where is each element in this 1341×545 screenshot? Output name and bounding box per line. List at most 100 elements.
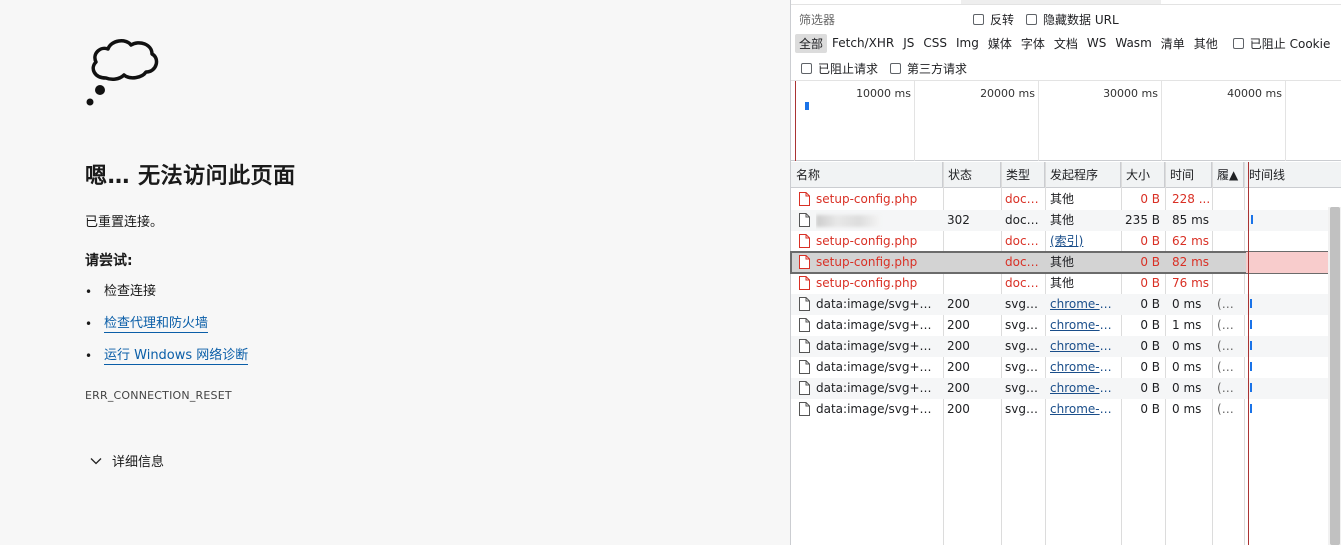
checkbox-box[interactable]	[1026, 13, 1038, 25]
cell-time: 76 ms	[1172, 276, 1210, 290]
cell-name: data:image/svg+xml;...	[816, 297, 938, 311]
column-header-name[interactable]: 名称	[791, 162, 943, 188]
cell-status	[947, 252, 999, 273]
invert-label: 反转	[990, 12, 1015, 27]
cell-status: 200	[947, 381, 970, 395]
check-proxy-link[interactable]: 检查代理和防火墙	[104, 316, 209, 333]
cell-time: 228 ...	[1172, 192, 1211, 206]
overview-tick-label: 20000 ms	[980, 87, 1035, 100]
cell-initiator: 其他	[1050, 276, 1075, 290]
details-toggle[interactable]: 详细信息	[89, 451, 164, 470]
blocked-cookies-checkbox[interactable]: 已阻止 Cookie	[1232, 35, 1330, 52]
column-header-waterfall[interactable]: 时间线	[1244, 162, 1341, 188]
type-filter-ws[interactable]: WS	[1083, 35, 1110, 51]
checkbox-box[interactable]	[973, 13, 984, 25]
type-filter-fetch-xhr[interactable]: Fetch/XHR	[828, 35, 898, 51]
column-header-size[interactable]: 大小	[1121, 162, 1165, 188]
checkbox-box[interactable]	[801, 62, 812, 74]
cell-initiator[interactable]: chrome-er...	[1050, 399, 1118, 420]
third-party-checkbox[interactable]: 第三方请求	[890, 60, 967, 77]
waterfall-bar	[1250, 383, 1252, 392]
thought-cloud-icon	[86, 39, 159, 106]
redacted-name	[816, 215, 880, 227]
devtools-network-panel: 筛选器 反转 隐藏数据 URL 全部 Fetch/XHR JS CSS Img …	[790, 0, 1341, 545]
invert-checkbox[interactable]: 反转	[973, 11, 1014, 28]
timeline-overview[interactable]: 10000 ms 20000 ms 30000 ms 40000 ms	[791, 80, 1341, 161]
type-filter-manifest[interactable]: 清单	[1157, 34, 1189, 53]
type-filter-all[interactable]: 全部	[795, 33, 828, 53]
column-header-initiator[interactable]: 发起程序	[1045, 162, 1121, 188]
column-header-time[interactable]: 时间	[1165, 162, 1212, 188]
suggestion-list: 检查连接 检查代理和防火墙 运行 Windows 网络诊断	[85, 283, 249, 379]
cell-initiator[interactable]: chrome-er...	[1050, 357, 1118, 378]
table-header: 名称 状态 类型 发起程序 大小 时间 履▲ 时间线	[791, 162, 1341, 188]
cell-priority: (m...	[1217, 297, 1243, 311]
resource-type-filters: 全部 Fetch/XHR JS CSS Img 媒体 字体 文档 WS Wasm…	[795, 33, 1330, 53]
hide-data-url-checkbox[interactable]: 隐藏数据 URL	[1026, 11, 1119, 28]
cell-priority: (m...	[1217, 318, 1243, 332]
cell-name: setup-config.php	[816, 276, 918, 290]
run-diagnostics-link[interactable]: 运行 Windows 网络诊断	[104, 348, 249, 365]
type-filter-doc[interactable]: 文档	[1050, 34, 1082, 53]
checkbox-box[interactable]	[1232, 37, 1244, 49]
type-filter-media[interactable]: 媒体	[984, 34, 1016, 53]
filter-input[interactable]: 筛选器	[796, 9, 961, 29]
cell-initiator[interactable]: chrome-er...	[1050, 336, 1118, 357]
third-party-label: 第三方请求	[907, 61, 968, 76]
cell-status	[947, 189, 999, 210]
details-label: 详细信息	[112, 455, 165, 470]
cell-name: data:image/svg+xml;...	[816, 360, 938, 374]
cell-type: svg+...	[1005, 360, 1043, 374]
cell-initiator[interactable]: chrome-er...	[1050, 294, 1118, 315]
cell-time: 62 ms	[1172, 234, 1210, 248]
type-filter-img[interactable]: Img	[952, 35, 983, 51]
type-filter-wasm[interactable]: Wasm	[1111, 35, 1155, 51]
type-filter-font[interactable]: 字体	[1017, 34, 1049, 53]
document-icon	[799, 402, 810, 416]
cell-type: svg+...	[1005, 381, 1043, 395]
type-filter-other[interactable]: 其他	[1190, 34, 1222, 53]
waterfall-error-bar	[1246, 252, 1328, 273]
suggestion-check-proxy[interactable]: 检查代理和防火墙	[85, 315, 248, 347]
scrollbar-thumb[interactable]	[1330, 207, 1340, 545]
cell-size: 0 B	[1140, 318, 1160, 332]
waterfall-bar	[1250, 404, 1252, 413]
suggestion-run-diagnostics[interactable]: 运行 Windows 网络诊断	[85, 347, 249, 379]
type-filter-css[interactable]: CSS	[919, 35, 951, 51]
cell-type: svg+...	[1005, 402, 1043, 416]
column-header-type[interactable]: 类型	[1001, 162, 1045, 188]
cell-size: 0 B	[1140, 276, 1160, 290]
table-scrollbar[interactable]	[1328, 207, 1341, 545]
cell-initiator: 其他	[1050, 213, 1075, 227]
cell-priority	[1217, 231, 1243, 252]
cell-initiator[interactable]: chrome-er...	[1050, 378, 1118, 399]
cell-size: 0 B	[1140, 297, 1160, 311]
error-title: 嗯… 无法访问此页面	[85, 164, 296, 189]
cell-time: 0 ms	[1172, 402, 1202, 416]
blocked-requests-checkbox[interactable]: 已阻止请求	[801, 60, 878, 77]
cell-time: 0 ms	[1172, 381, 1202, 395]
cell-size: 0 B	[1140, 234, 1160, 248]
cell-type: docu...	[1005, 276, 1043, 290]
cell-time: 0 ms	[1172, 360, 1202, 374]
cell-type: docu...	[1005, 255, 1043, 269]
blocked-requests-label: 已阻止请求	[818, 61, 879, 76]
checkbox-box[interactable]	[890, 62, 902, 74]
column-header-status[interactable]: 状态	[943, 162, 1001, 188]
cell-initiator[interactable]: chrome-er...	[1050, 315, 1118, 336]
cell-status	[947, 273, 999, 294]
cell-priority	[1217, 273, 1243, 294]
cell-name: setup-config.php	[816, 234, 918, 248]
cell-initiator[interactable]: (索引)	[1050, 231, 1118, 252]
cell-name: data:image/svg+xml;...	[816, 339, 938, 353]
column-header-priority[interactable]: 履▲	[1212, 162, 1244, 188]
type-filter-js[interactable]: JS	[899, 35, 918, 51]
cell-status	[947, 231, 999, 252]
cell-name: setup-config.php	[816, 192, 918, 206]
cell-priority	[1217, 210, 1243, 231]
request-table: 名称 状态 类型 发起程序 大小 时间 履▲ 时间线 setup-config.…	[790, 162, 1341, 545]
overview-tick-label: 30000 ms	[1103, 87, 1158, 100]
cell-size: 0 B	[1140, 339, 1160, 353]
cell-priority	[1217, 189, 1243, 210]
cell-status: 200	[947, 318, 970, 332]
